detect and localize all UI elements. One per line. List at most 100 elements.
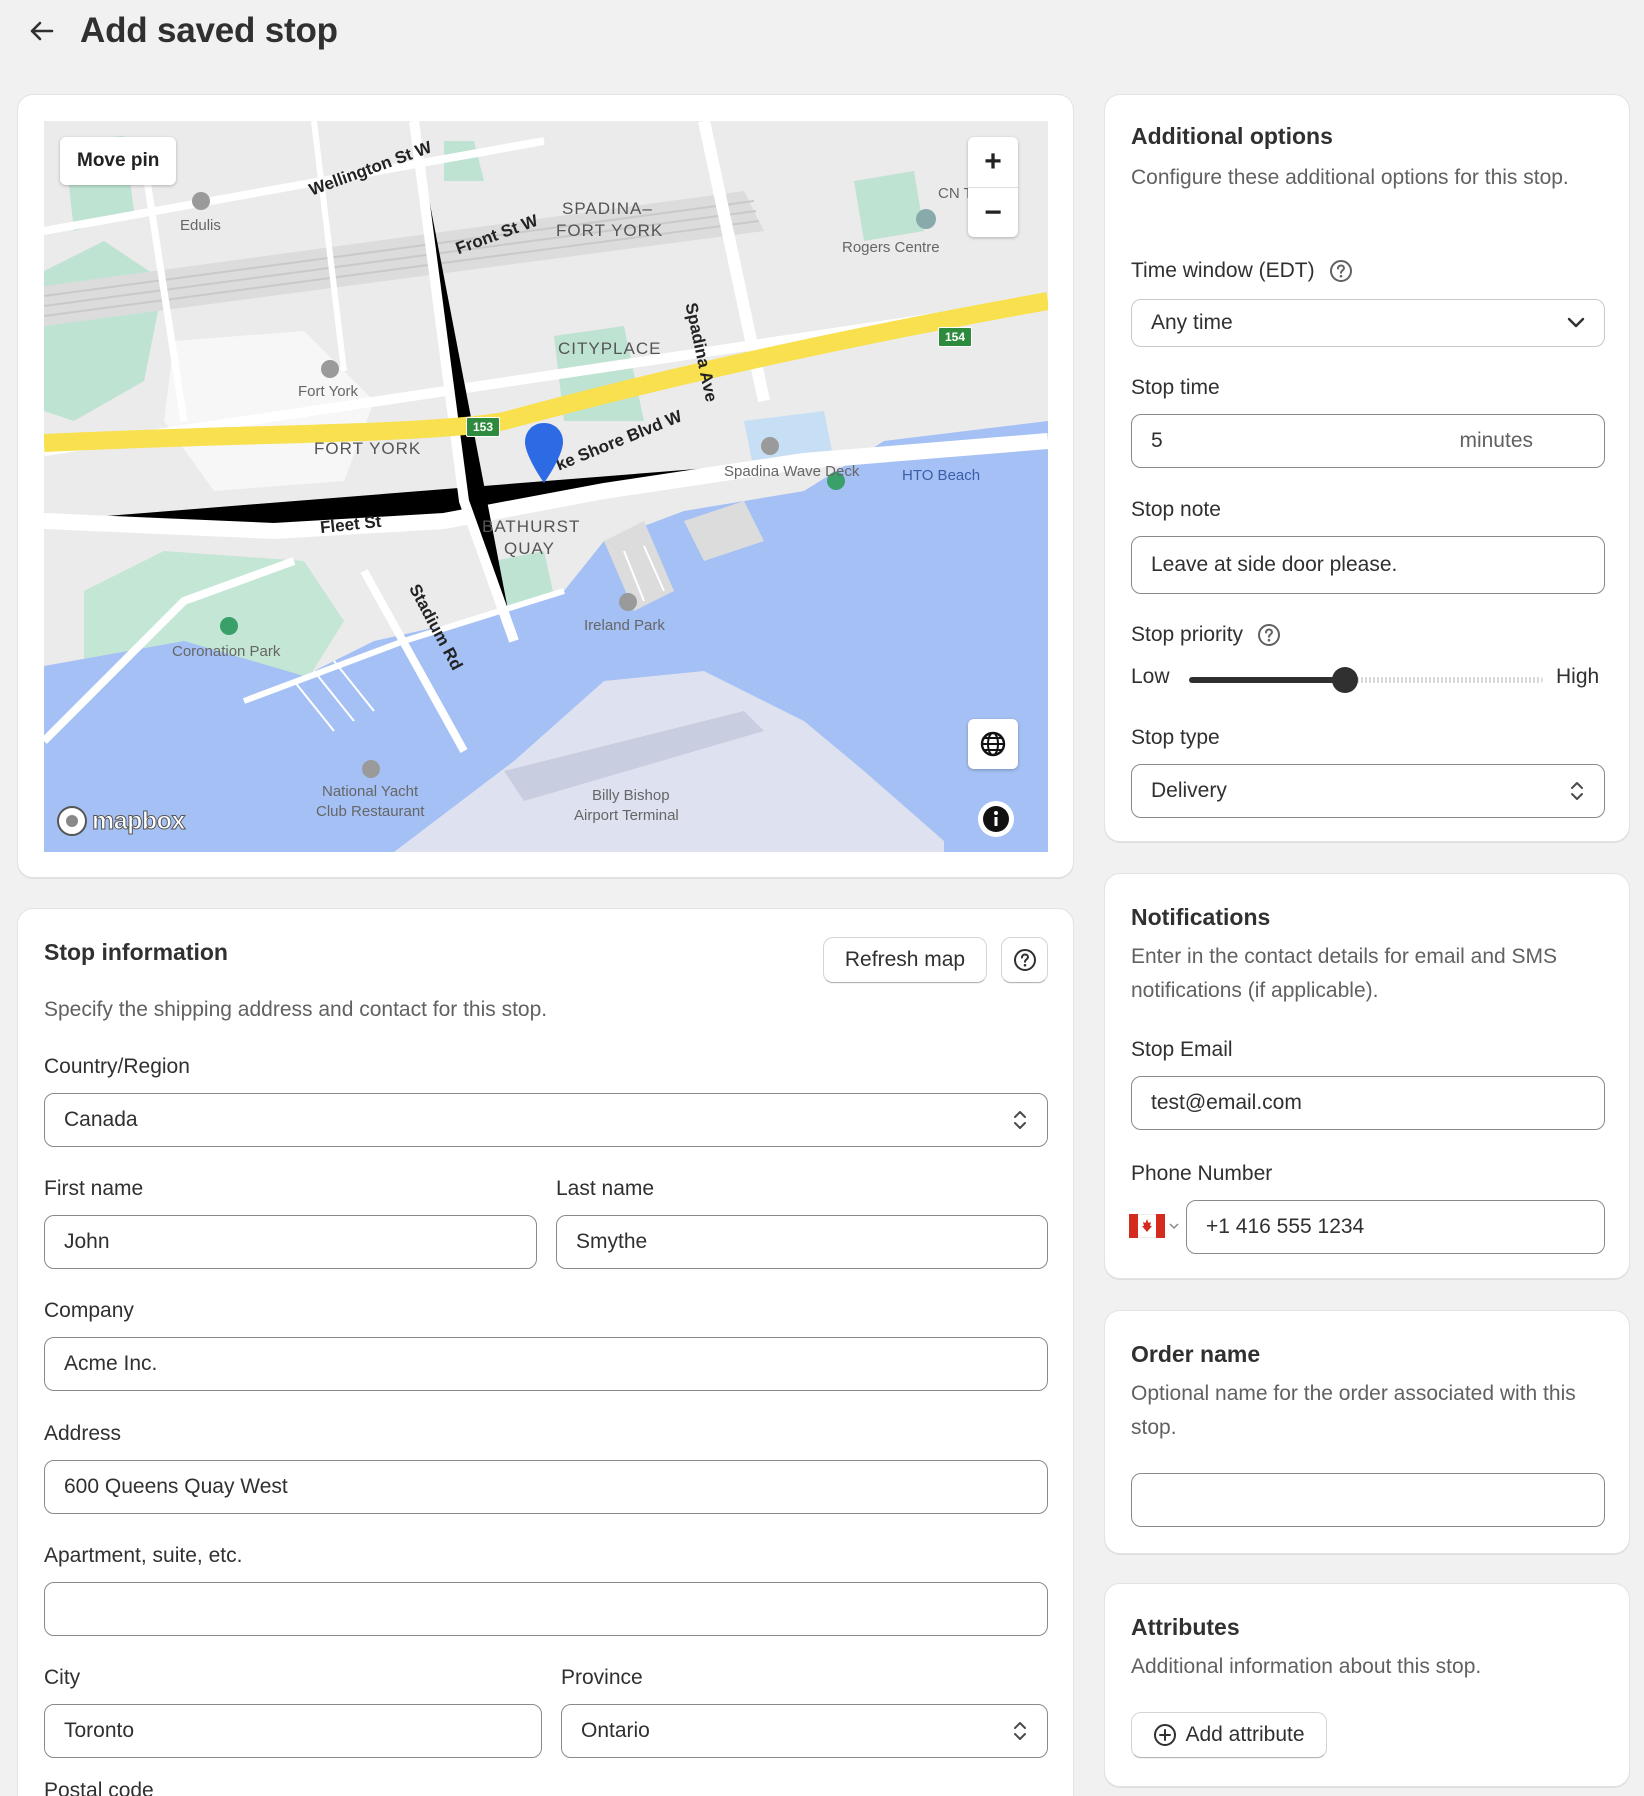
map-label-spadina-fort-york-2: FORT YORK xyxy=(556,221,664,240)
priority-slider[interactable] xyxy=(1189,667,1543,693)
last-name-field[interactable]: Smythe xyxy=(556,1215,1048,1269)
chevron-down-icon xyxy=(1567,317,1585,328)
map-label-bathurst-1: BATHURST xyxy=(482,517,581,536)
globe-icon[interactable] xyxy=(968,719,1018,769)
country-value: Canada xyxy=(64,1108,138,1131)
company-value: Acme Inc. xyxy=(64,1352,158,1375)
mapbox-icon xyxy=(57,806,87,836)
stop-time-suffix: minutes xyxy=(1459,429,1533,452)
map-label-yacht-1: National Yacht xyxy=(322,783,419,800)
canada-flag-icon xyxy=(1129,1214,1165,1238)
map-view[interactable]: Wellington St W Front St W SPADINA– FORT… xyxy=(44,121,1048,852)
help-circle-icon xyxy=(1013,949,1036,971)
map-label-edulis: Edulis xyxy=(180,217,221,234)
stop-info-title: Stop information xyxy=(44,939,228,965)
additional-description: Configure these additional options for t… xyxy=(1131,166,1569,189)
notifications-title: Notifications xyxy=(1131,904,1271,930)
page-header: Add saved stop xyxy=(26,8,338,54)
stop-email-value: test@email.com xyxy=(1151,1091,1302,1114)
slider-thumb[interactable] xyxy=(1332,667,1358,693)
stop-time-value: 5 xyxy=(1151,429,1163,452)
order-title: Order name xyxy=(1131,1341,1261,1367)
stop-time-label: Stop time xyxy=(1131,376,1220,399)
stop-note-value: Leave at side door please. xyxy=(1151,553,1398,576)
add-attribute-label: Add attribute xyxy=(1185,1723,1305,1746)
last-name-value: Smythe xyxy=(576,1230,648,1253)
last-name-label: Last name xyxy=(556,1177,655,1200)
plus-circle-icon xyxy=(1154,1724,1177,1746)
priority-label: Stop priority xyxy=(1131,623,1244,646)
zoom-out-button[interactable]: − xyxy=(968,187,1018,237)
page-title: Add saved stop xyxy=(80,11,338,50)
stop-type-select[interactable]: Delivery xyxy=(1131,764,1605,818)
country-code-select[interactable] xyxy=(1129,1214,1179,1238)
stop-time-field[interactable]: 5 minutes xyxy=(1131,414,1605,468)
mapbox-logo: mapbox xyxy=(56,805,186,837)
refresh-map-button[interactable]: Refresh map xyxy=(823,937,987,983)
map-label-fort-york-area: FORT YORK xyxy=(314,439,422,458)
attributes-description: Additional information about this stop. xyxy=(1131,1655,1482,1678)
map-label-ireland: Ireland Park xyxy=(584,617,665,634)
additional-options-card: Additional options Configure these addit… xyxy=(1104,94,1630,842)
highway-shield-154: 154 xyxy=(938,327,973,347)
map-label-fort-york-poi: Fort York xyxy=(298,383,359,400)
stop-note-label: Stop note xyxy=(1131,498,1221,521)
address-field[interactable]: 600 Queens Quay West xyxy=(44,1460,1048,1514)
postal-label: Postal code xyxy=(44,1779,154,1796)
company-label: Company xyxy=(44,1299,134,1322)
time-window-select[interactable]: Any time xyxy=(1131,299,1605,347)
stop-email-field[interactable]: test@email.com xyxy=(1131,1076,1605,1130)
province-value: Ontario xyxy=(581,1719,650,1742)
move-pin-button[interactable]: Move pin xyxy=(60,137,177,185)
priority-low-label: Low xyxy=(1131,665,1170,688)
country-select[interactable]: Canada xyxy=(44,1093,1048,1147)
time-window-label-row: Time window (EDT) xyxy=(1131,259,1353,283)
first-name-field[interactable]: John xyxy=(44,1215,537,1269)
mapbox-wordmark: mapbox xyxy=(92,806,186,835)
apartment-field[interactable] xyxy=(44,1582,1048,1636)
stop-type-label: Stop type xyxy=(1131,726,1220,749)
map-label-rogers: Rogers Centre xyxy=(842,239,940,256)
time-window-value: Any time xyxy=(1151,311,1233,334)
first-name-value: John xyxy=(64,1230,110,1253)
address-label: Address xyxy=(44,1422,122,1445)
add-attribute-button[interactable]: Add attribute xyxy=(1131,1712,1327,1758)
select-arrows-icon xyxy=(1014,1722,1026,1740)
stop-type-value: Delivery xyxy=(1151,779,1227,802)
help-circle-icon[interactable] xyxy=(1329,259,1353,283)
chevron-down-icon xyxy=(1169,1223,1179,1230)
city-field[interactable]: Toronto xyxy=(44,1704,542,1758)
map-label-bathurst-2: QUAY xyxy=(504,539,555,558)
order-name-field[interactable] xyxy=(1131,1473,1605,1527)
stop-info-description: Specify the shipping address and contact… xyxy=(44,998,548,1021)
info-icon[interactable] xyxy=(978,801,1014,837)
stop-information-card: Stop information Refresh map Specify the… xyxy=(17,908,1074,1796)
province-select[interactable]: Ontario xyxy=(561,1704,1048,1758)
back-arrow-icon[interactable] xyxy=(26,16,56,46)
help-circle-icon[interactable] xyxy=(1257,623,1281,647)
order-name-card: Order name Optional name for the order a… xyxy=(1104,1310,1630,1554)
zoom-controls: + − xyxy=(968,137,1018,237)
notifications-card: Notifications Enter in the contact detai… xyxy=(1104,873,1630,1279)
location-pin-icon[interactable] xyxy=(523,421,565,490)
province-label: Province xyxy=(561,1666,643,1689)
phone-label: Phone Number xyxy=(1131,1162,1273,1185)
help-button[interactable] xyxy=(1001,937,1048,983)
phone-field[interactable]: +1 416 555 1234 xyxy=(1186,1200,1605,1254)
map-label-billy-1: Billy Bishop xyxy=(592,787,670,804)
city-value: Toronto xyxy=(64,1719,135,1742)
apartment-label: Apartment, suite, etc. xyxy=(44,1544,243,1567)
city-label: City xyxy=(44,1666,81,1689)
priority-high-label: High xyxy=(1556,665,1600,688)
phone-value: +1 416 555 1234 xyxy=(1206,1215,1365,1238)
map-label-spadina-fort-york-1: SPADINA– xyxy=(562,199,653,218)
stop-note-field[interactable]: Leave at side door please. xyxy=(1131,536,1605,594)
zoom-in-button[interactable]: + xyxy=(968,137,1018,187)
map-label-coronation: Coronation Park xyxy=(172,643,281,660)
first-name-label: First name xyxy=(44,1177,144,1200)
order-description: Optional name for the order associated w… xyxy=(1131,1382,1576,1439)
map-label-hto: HTO Beach xyxy=(902,467,981,484)
country-label: Country/Region xyxy=(44,1055,190,1078)
stop-email-label: Stop Email xyxy=(1131,1038,1233,1061)
company-field[interactable]: Acme Inc. xyxy=(44,1337,1048,1391)
